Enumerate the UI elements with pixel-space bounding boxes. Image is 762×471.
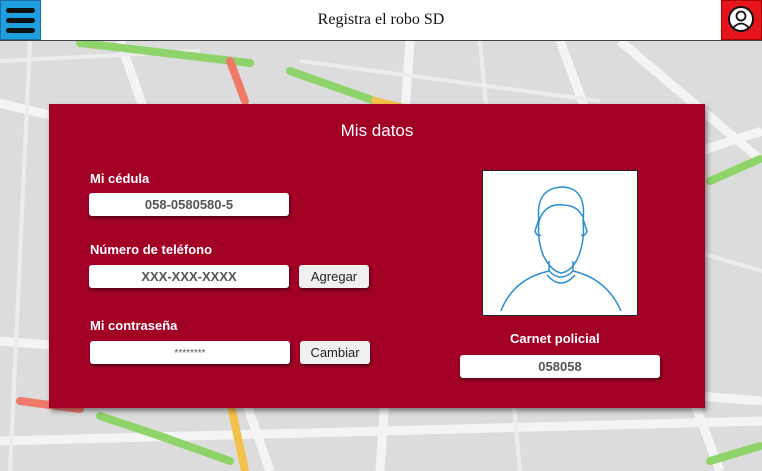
contrasena-label: Mi contraseña	[90, 318, 178, 333]
panel-title: Mis datos	[340, 121, 414, 140]
cedula-field[interactable]: 058-0580580-5	[89, 193, 289, 216]
carnet-field[interactable]: 058058	[460, 355, 660, 378]
user-profile-icon[interactable]	[721, 0, 762, 40]
cambiar-button[interactable]: Cambiar	[300, 341, 370, 364]
page-title: Registra el robo SD	[317, 11, 445, 28]
telefono-input[interactable]: XXX-XXX-XXXX	[89, 265, 289, 288]
password-field[interactable]: ********	[90, 341, 290, 364]
cedula-label: Mi cédula	[90, 171, 150, 186]
agregar-button[interactable]: Agregar	[299, 265, 369, 288]
user-silhouette-icon	[482, 170, 638, 316]
my-data-panel: Mis datos Mi cédula 058-0580580-5 Número…	[49, 104, 705, 408]
telefono-label: Número de teléfono	[90, 242, 213, 257]
carnet-label: Carnet policial	[510, 331, 600, 346]
top-bar: Registra el robo SD	[0, 0, 762, 41]
